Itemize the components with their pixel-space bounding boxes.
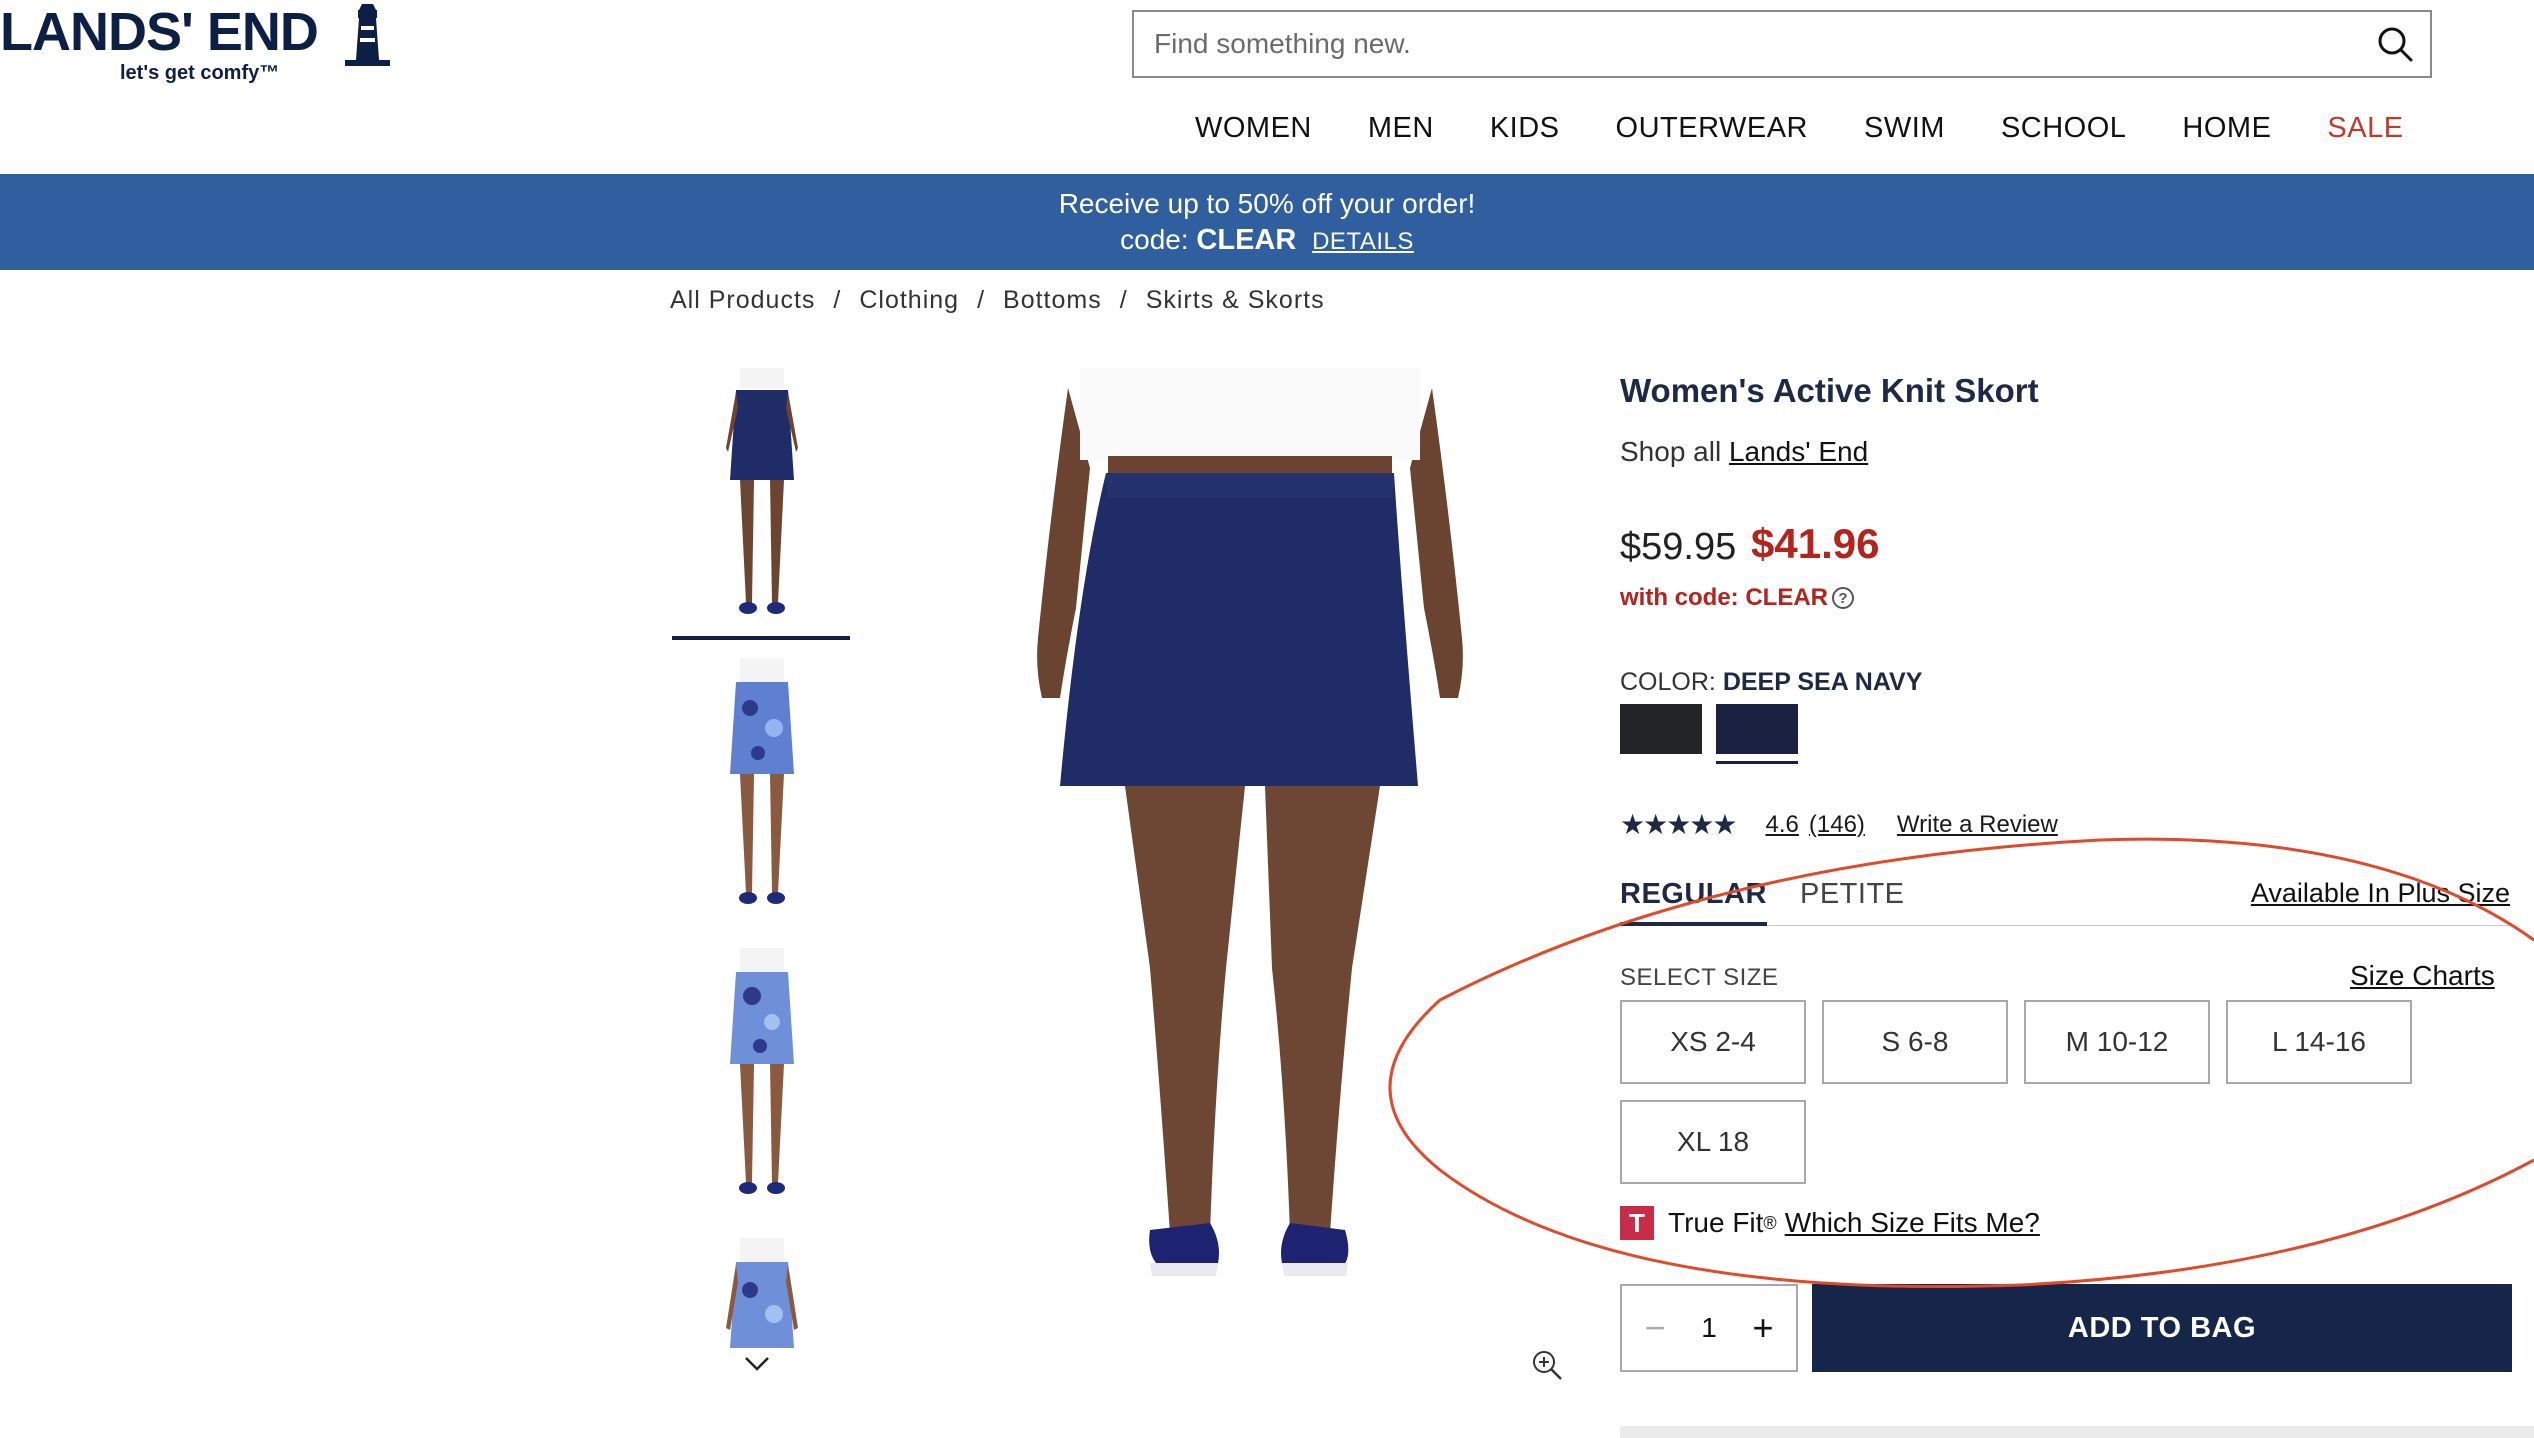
breadcrumb-separator: / bbox=[833, 286, 842, 314]
sale-price: $41.96 bbox=[1751, 520, 1880, 567]
thumbnail-image bbox=[726, 1238, 798, 1348]
thumbnail-1[interactable] bbox=[672, 368, 852, 640]
promo-code-prefix: code: bbox=[1120, 224, 1189, 255]
plus-size-link[interactable]: Available In Plus Size bbox=[2251, 878, 2510, 909]
tab-regular[interactable]: REGULAR bbox=[1620, 878, 1767, 926]
promo-banner: Receive up to 50% off your order! code: … bbox=[0, 174, 2534, 270]
breadcrumb-clothing[interactable]: Clothing bbox=[859, 286, 959, 315]
quantity-increase-button[interactable]: + bbox=[1748, 1307, 1778, 1349]
size-xs-button[interactable]: XS 2-4 bbox=[1620, 1000, 1806, 1084]
breadcrumb-skirts-skorts[interactable]: Skirts & Skorts bbox=[1146, 286, 1325, 315]
size-l-button[interactable]: L 14-16 bbox=[2226, 1000, 2412, 1084]
true-fit-registered: ® bbox=[1763, 1212, 1777, 1233]
star-rating-icon: ★★★★★ bbox=[1620, 809, 1738, 840]
select-size-label: SELECT SIZE bbox=[1620, 964, 1779, 991]
with-code-text: with code: CLEAR bbox=[1620, 584, 1828, 611]
chevron-down-icon[interactable] bbox=[742, 1352, 772, 1376]
logo[interactable]: LANDS' END let's get comfy™ bbox=[0, 0, 400, 95]
shop-all-brand: Shop all Lands' End bbox=[1620, 436, 1868, 468]
color-label: COLOR: DEEP SEA NAVY bbox=[1620, 668, 1922, 697]
help-icon[interactable]: ? bbox=[1832, 587, 1854, 609]
brand-link[interactable]: Lands' End bbox=[1729, 436, 1868, 467]
section-divider bbox=[1620, 1426, 2534, 1438]
thumbnail-3[interactable] bbox=[672, 948, 852, 1208]
product-title: Women's Active Knit Skort bbox=[1620, 372, 2039, 409]
breadcrumb: All Products / Clothing / Bottoms / Skir… bbox=[670, 286, 1325, 315]
add-to-bag-button[interactable]: ADD TO BAG bbox=[1812, 1284, 2512, 1372]
promo-details-link[interactable]: DETAILS bbox=[1312, 228, 1414, 255]
thumbnail-image bbox=[730, 658, 794, 904]
logo-tagline: let's get comfy™ bbox=[120, 62, 280, 84]
breadcrumb-bottoms[interactable]: Bottoms bbox=[1003, 286, 1102, 315]
which-size-fits-link[interactable]: Which Size Fits Me? bbox=[1785, 1207, 2040, 1239]
breadcrumb-separator: / bbox=[1119, 286, 1128, 314]
rating-value[interactable]: 4.6 bbox=[1766, 811, 1799, 839]
nav-sale[interactable]: SALE bbox=[2327, 108, 2403, 148]
color-swatch-deep-sea-navy[interactable] bbox=[1716, 704, 1798, 764]
main-product-image bbox=[1037, 368, 1463, 1276]
original-price: $59.95 bbox=[1620, 526, 1737, 568]
rating-row: ★★★★★ 4.6 (146) Write a Review bbox=[1620, 808, 2058, 841]
shop-all-prefix: Shop all bbox=[1620, 436, 1722, 467]
promo-code: CLEAR bbox=[1196, 224, 1297, 256]
nav-kids[interactable]: KIDS bbox=[1490, 108, 1560, 148]
true-fit-label: True Fit bbox=[1668, 1207, 1764, 1238]
promo-code-line: code: CLEAR DETAILS bbox=[0, 224, 2534, 257]
nav-outerwear[interactable]: OUTERWEAR bbox=[1616, 108, 1808, 148]
search-input[interactable] bbox=[1134, 12, 2360, 76]
thumbnail-2[interactable] bbox=[672, 658, 852, 918]
search-button[interactable] bbox=[2360, 12, 2430, 76]
size-s-button[interactable]: S 6-8 bbox=[1822, 1000, 2008, 1084]
thumbnail-image bbox=[730, 948, 794, 1194]
zoom-in-icon[interactable] bbox=[1530, 1348, 1564, 1382]
quantity-decrease-button[interactable]: − bbox=[1640, 1307, 1670, 1349]
true-fit-logo-icon: T bbox=[1620, 1206, 1654, 1240]
size-xl-button[interactable]: XL 18 bbox=[1620, 1100, 1806, 1184]
quantity-stepper: − 1 + bbox=[1620, 1284, 1798, 1372]
fit-tabs: REGULAR PETITE Available In Plus Size bbox=[1620, 878, 2510, 926]
nav-women[interactable]: WOMEN bbox=[1195, 108, 1312, 148]
true-fit: T True Fit ® Which Size Fits Me? bbox=[1620, 1206, 2040, 1240]
promo-price-note: with code: CLEAR ? bbox=[1620, 584, 1854, 612]
quantity-value[interactable]: 1 bbox=[1701, 1312, 1717, 1344]
color-swatch-black[interactable] bbox=[1620, 704, 1702, 754]
selected-color-name: DEEP SEA NAVY bbox=[1722, 668, 1923, 696]
promo-headline: Receive up to 50% off your order! bbox=[1058, 188, 1476, 219]
thumbnail-4[interactable] bbox=[672, 1238, 852, 1348]
lighthouse-icon bbox=[345, 4, 390, 66]
size-m-button[interactable]: M 10-12 bbox=[2024, 1000, 2210, 1084]
size-charts-link[interactable]: Size Charts bbox=[2350, 960, 2495, 992]
nav-men[interactable]: MEN bbox=[1368, 108, 1434, 148]
nav-school[interactable]: SCHOOL bbox=[2001, 108, 2126, 148]
review-count[interactable]: (146) bbox=[1809, 811, 1865, 839]
search-icon bbox=[2378, 27, 2413, 62]
main-nav: WOMEN MEN KIDS OUTERWEAR SWIM SCHOOL HOM… bbox=[1195, 108, 2404, 148]
logo-wordmark: LANDS' END bbox=[0, 2, 319, 62]
nav-swim[interactable]: SWIM bbox=[1864, 108, 1945, 148]
tab-petite[interactable]: PETITE bbox=[1800, 878, 1905, 911]
nav-home[interactable]: HOME bbox=[2182, 108, 2271, 148]
write-review-link[interactable]: Write a Review bbox=[1897, 811, 2058, 839]
search-bar bbox=[1132, 10, 2432, 78]
color-label-prefix: COLOR: bbox=[1620, 668, 1716, 696]
breadcrumb-all-products[interactable]: All Products bbox=[670, 286, 815, 315]
breadcrumb-separator: / bbox=[977, 286, 986, 314]
thumbnail-image bbox=[726, 368, 798, 614]
